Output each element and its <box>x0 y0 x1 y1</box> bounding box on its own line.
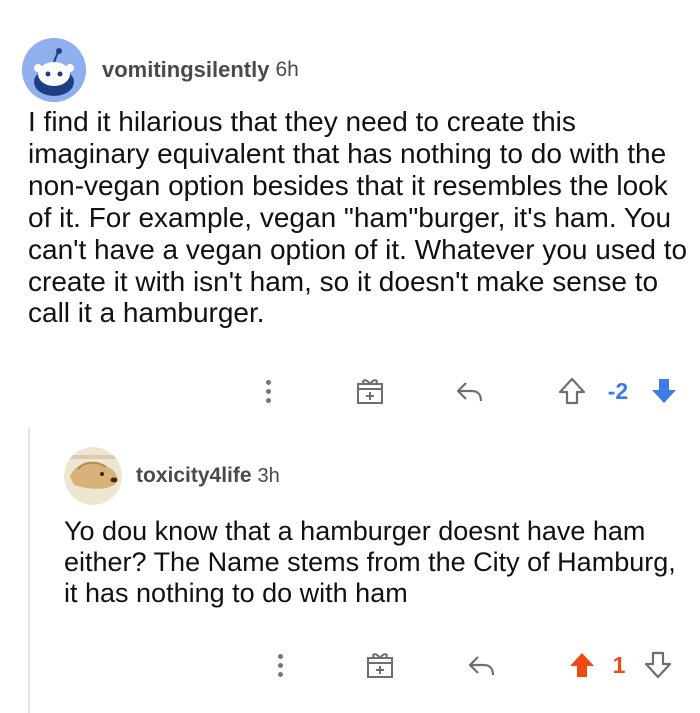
reply-arrow-icon <box>456 382 483 402</box>
comment-body: Yo dou know that a hamburger doesnt have… <box>64 516 676 608</box>
downvote-arrow-icon <box>644 651 672 679</box>
comment-body: I find it hilarious that they need to cr… <box>28 106 688 329</box>
downvote-arrow-icon <box>652 379 676 403</box>
comment-age: 6h <box>275 58 299 81</box>
upvote-arrow-icon <box>558 377 586 405</box>
snoo-avatar-icon[interactable] <box>22 38 86 102</box>
vote-score: 1 <box>612 651 626 678</box>
comment-actions: -2 <box>0 371 700 411</box>
award-gift-button[interactable] <box>360 645 400 685</box>
downvote-button[interactable] <box>646 371 682 411</box>
more-dot <box>277 653 283 659</box>
gift-icon <box>357 379 383 404</box>
comment-age: 3h <box>257 464 280 487</box>
more-dot <box>277 671 283 677</box>
award-gift-button[interactable] <box>350 371 390 411</box>
comment-header: vomitingsilently 6h <box>22 38 299 102</box>
more-options-button[interactable] <box>270 645 290 685</box>
username[interactable]: toxicity4life <box>136 464 252 488</box>
upvote-arrow-icon <box>570 653 594 677</box>
reply-button[interactable] <box>450 371 490 411</box>
more-dot <box>265 388 271 394</box>
comment-actions: 1 <box>0 645 700 685</box>
upvote-button[interactable] <box>554 371 590 411</box>
more-dot <box>277 662 283 668</box>
more-dot <box>265 397 271 403</box>
reply-arrow-icon <box>468 656 495 676</box>
username[interactable]: vomitingsilently <box>102 57 269 83</box>
upvote-button[interactable] <box>564 645 600 685</box>
reply-button[interactable] <box>462 645 502 685</box>
comment-header: toxicity4life 3h <box>64 447 280 505</box>
dog-avatar-icon[interactable] <box>64 447 122 505</box>
vote-score: -2 <box>607 377 629 404</box>
gift-icon <box>367 653 393 678</box>
downvote-button[interactable] <box>640 645 676 685</box>
more-options-button[interactable] <box>258 371 278 411</box>
more-dot <box>265 379 271 385</box>
